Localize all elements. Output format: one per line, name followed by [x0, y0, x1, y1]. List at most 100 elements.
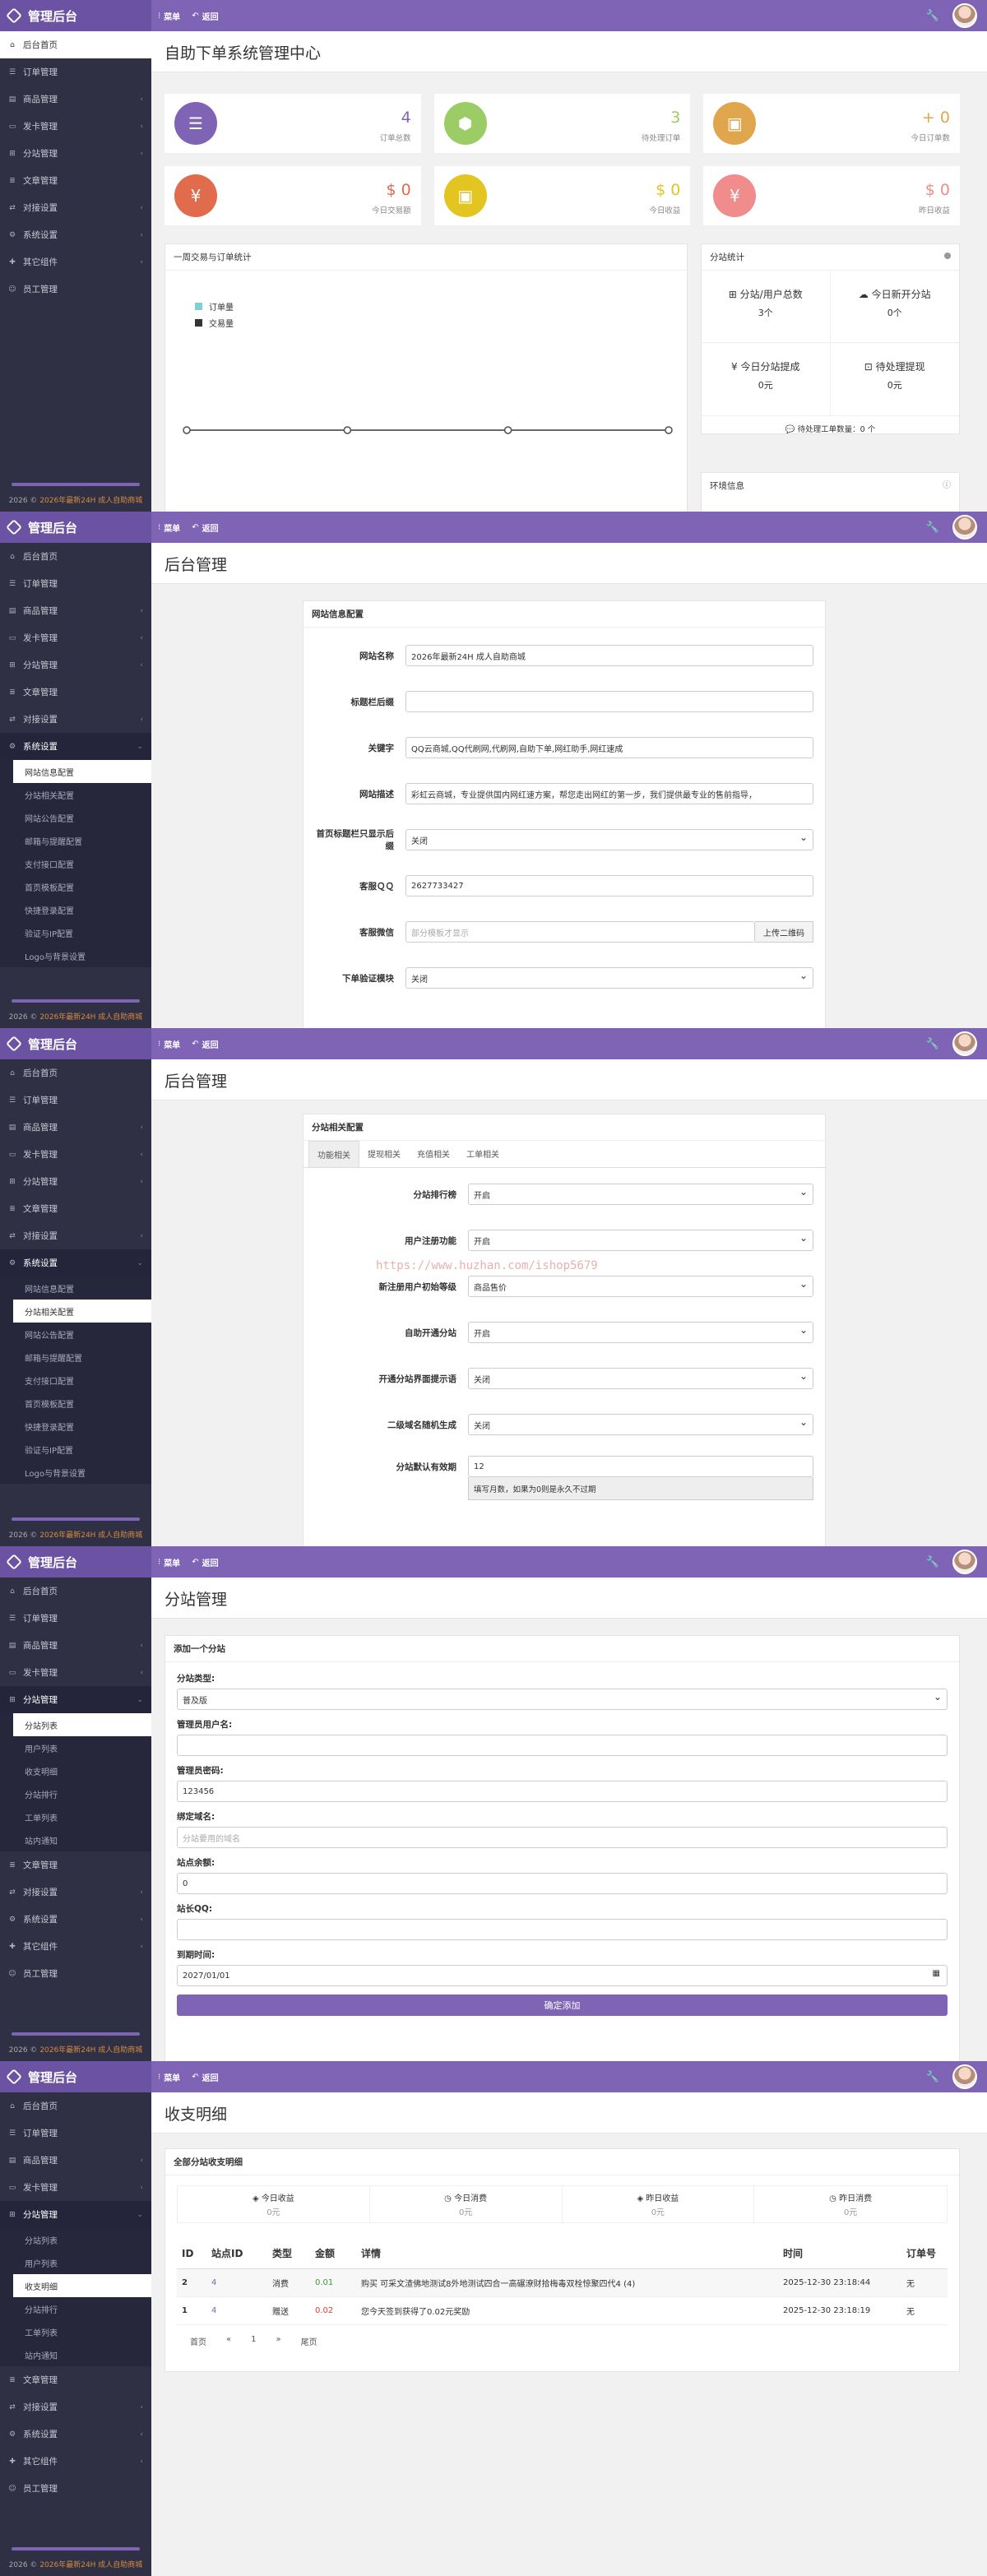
wrench-icon[interactable]: 🔧 — [926, 521, 939, 534]
wrench-icon[interactable]: 🔧 — [926, 10, 939, 22]
app-logo[interactable]: 管理后台 — [0, 1028, 151, 1059]
back-link[interactable]: ↶ 返回 — [192, 2071, 218, 2083]
page-last[interactable]: 尾页 — [301, 2335, 317, 2347]
back-link[interactable]: ↶ 返回 — [192, 1038, 218, 1050]
sidebar-item-staff[interactable]: ☺ 员工管理 — [0, 2475, 151, 2502]
sidebar-item-system[interactable]: ⚙ 系统设置 ‹ — [0, 2421, 151, 2448]
sidebar-item-cards[interactable]: ▭ 发卡管理 ‹ — [0, 1141, 151, 1168]
service-qq-input[interactable]: 2627733427 — [405, 875, 813, 897]
sidebar-item-goods[interactable]: ▤ 商品管理 ‹ — [0, 2147, 151, 2174]
balance-input[interactable]: 0 — [177, 1873, 948, 1894]
page-number[interactable]: 1 — [251, 2335, 256, 2347]
submenu-mail[interactable]: 邮箱与提醒配置 — [0, 829, 151, 852]
submenu-branch-list[interactable]: 分站列表 — [0, 2228, 151, 2251]
sidebar-item-home[interactable]: ⌂ 后台首页 — [0, 543, 151, 570]
sidebar-item-home[interactable]: ⌂ 后台首页 — [0, 2092, 151, 2120]
sidebar-item-orders[interactable]: ☰ 订单管理 — [0, 1086, 151, 1114]
table-row[interactable]: 2 4 消费 0.01 购买 可采文渣佛地测试8外地测试四合一高碾潦财拾梅毒双栓… — [177, 2268, 948, 2297]
order-verify-select[interactable]: 关闭 — [405, 967, 813, 989]
sidebar-item-goods[interactable]: ▤ 商品管理 ‹ — [0, 1114, 151, 1141]
wrench-icon[interactable]: 🔧 — [926, 2071, 939, 2083]
sidebar-item-home[interactable]: ⌂ 后台首页 — [0, 31, 151, 58]
admin-username-input[interactable] — [177, 1735, 948, 1756]
tickets-note[interactable]: 💬 待处理工单数量：0 个 — [702, 415, 959, 441]
owner-qq-input[interactable] — [177, 1919, 948, 1940]
tab-withdraw[interactable]: 提现相关 — [359, 1141, 409, 1167]
back-link[interactable]: ↶ 返回 — [192, 1556, 218, 1568]
sidebar-item-cards[interactable]: ▭ 发卡管理 ‹ — [0, 1659, 151, 1686]
submenu-template[interactable]: 首页模板配置 — [0, 875, 151, 898]
sidebar-item-article[interactable]: ≣ 文章管理 — [0, 2366, 151, 2393]
sidebar-item-article[interactable]: ≣ 文章管理 — [0, 1851, 151, 1879]
submenu-tickets[interactable]: 工单列表 — [0, 2320, 151, 2343]
sidebar-item-article[interactable]: ≣ 文章管理 — [0, 679, 151, 706]
submenu-login[interactable]: 快捷登录配置 — [0, 1415, 151, 1438]
sidebar-item-goods[interactable]: ▤ 商品管理 ‹ — [0, 86, 151, 113]
sidebar-item-orders[interactable]: ☰ 订单管理 — [0, 2120, 151, 2147]
sidebar-item-system[interactable]: ⚙ 系统设置 ‹ — [0, 1906, 151, 1933]
page-next[interactable]: » — [276, 2335, 281, 2347]
avatar[interactable] — [952, 515, 977, 540]
sidebar-item-branch[interactable]: ⊞ 分站管理 ⌄ — [0, 1686, 151, 1713]
sidebar-item-home[interactable]: ⌂ 后台首页 — [0, 1578, 151, 1605]
submenu-template[interactable]: 首页模板配置 — [0, 1392, 151, 1415]
page-prev[interactable]: « — [226, 2335, 231, 2347]
tab-ticket[interactable]: 工单相关 — [458, 1141, 507, 1167]
app-logo[interactable]: 管理后台 — [0, 2061, 151, 2092]
avatar[interactable] — [952, 2064, 977, 2089]
sidebar-item-docking[interactable]: ⇄ 对接设置 ‹ — [0, 2393, 151, 2421]
submenu-branch-list[interactable]: 分站列表 — [13, 1713, 151, 1736]
submenu-user-list[interactable]: 用户列表 — [0, 2251, 151, 2274]
table-row[interactable]: 1 4 赠送 0.02 您今天签到获得了0.02元奖励 2025-12-30 2… — [177, 2296, 948, 2325]
submenu-site-info[interactable]: 网站信息配置 — [13, 760, 151, 783]
avatar[interactable] — [952, 3, 977, 28]
page-first[interactable]: 首页 — [190, 2335, 206, 2347]
submenu-tickets[interactable]: 工单列表 — [0, 1805, 151, 1828]
sidebar-item-staff[interactable]: ☺ 员工管理 — [0, 1960, 151, 1987]
confirm-add-button[interactable]: 确定添加 — [177, 1995, 948, 2016]
initial-level-select[interactable]: 商品售价 — [468, 1276, 813, 1297]
submenu-logo[interactable]: Logo与背景设置 — [0, 1461, 151, 1484]
self-open-select[interactable]: 开启 — [468, 1322, 813, 1343]
register-select[interactable]: 开启 — [468, 1230, 813, 1251]
sidebar-item-home[interactable]: ⌂ 后台首页 — [0, 1059, 151, 1086]
expiry-date-input[interactable]: 2027/01/01 ▦ — [177, 1965, 948, 1986]
sidebar-item-docking[interactable]: ⇄ 对接设置 ‹ — [0, 1879, 151, 1906]
wrench-icon[interactable]: 🔧 — [926, 1038, 939, 1050]
submenu-branch-config[interactable]: 分站相关配置 — [0, 783, 151, 806]
sidebar-item-orders[interactable]: ☰ 订单管理 — [0, 58, 151, 86]
branch-type-select[interactable]: 普及版 — [177, 1689, 948, 1710]
sidebar-item-article[interactable]: ≣ 文章管理 — [0, 167, 151, 194]
submenu-pay[interactable]: 支付接口配置 — [0, 1369, 151, 1392]
admin-password-input[interactable]: 123456 — [177, 1781, 948, 1802]
sidebar-item-plugins[interactable]: ✚ 其它组件 ‹ — [0, 248, 151, 276]
suffix-only-select[interactable]: 关闭 — [405, 829, 813, 850]
submenu-verify[interactable]: 验证与IP配置 — [0, 1438, 151, 1461]
submenu-logo[interactable]: Logo与背景设置 — [0, 944, 151, 967]
sidebar-item-plugins[interactable]: ✚ 其它组件 ‹ — [0, 2448, 151, 2475]
submenu-branch-config[interactable]: 分站相关配置 — [13, 1300, 151, 1323]
keywords-input[interactable]: QQ云商城,QQ代刷网,代刷网,自助下单,网红助手,网红速成 — [405, 737, 813, 758]
sidebar-item-goods[interactable]: ▤ 商品管理 ‹ — [0, 1632, 151, 1659]
sidebar-item-system[interactable]: ⚙ 系统设置 ‹ — [0, 221, 151, 248]
menu-toggle[interactable]: ⁝ 菜单 — [158, 1038, 180, 1050]
back-link[interactable]: ↶ 返回 — [192, 10, 218, 22]
sidebar-item-docking[interactable]: ⇄ 对接设置 ‹ — [0, 194, 151, 221]
sidebar-item-branch[interactable]: ⊞ 分站管理 ‹ — [0, 1168, 151, 1195]
sidebar-item-orders[interactable]: ☰ 订单管理 — [0, 1605, 151, 1632]
validity-input[interactable]: 12 — [468, 1456, 813, 1477]
sidebar-item-plugins[interactable]: ✚ 其它组件 ‹ — [0, 1933, 151, 1960]
menu-toggle[interactable]: ⁝ 菜单 — [158, 1556, 180, 1568]
submenu-ledger[interactable]: 收支明细 — [13, 2274, 151, 2297]
sidebar-item-cards[interactable]: ▭ 发卡管理 ‹ — [0, 624, 151, 651]
submenu-login[interactable]: 快捷登录配置 — [0, 898, 151, 921]
app-logo[interactable]: 管理后台 — [0, 512, 151, 543]
domain-input[interactable]: 分站要用的域名 — [177, 1827, 948, 1848]
menu-toggle[interactable]: ⁝ 菜单 — [158, 2071, 180, 2083]
avatar[interactable] — [952, 1550, 977, 1574]
submenu-announce[interactable]: 网站公告配置 — [0, 806, 151, 829]
service-wechat-input[interactable]: 部分模板才显示 — [405, 921, 755, 943]
back-link[interactable]: ↶ 返回 — [192, 521, 218, 534]
submenu-mail[interactable]: 邮箱与提醒配置 — [0, 1346, 151, 1369]
submenu-ranking[interactable]: 分站排行 — [0, 2297, 151, 2320]
